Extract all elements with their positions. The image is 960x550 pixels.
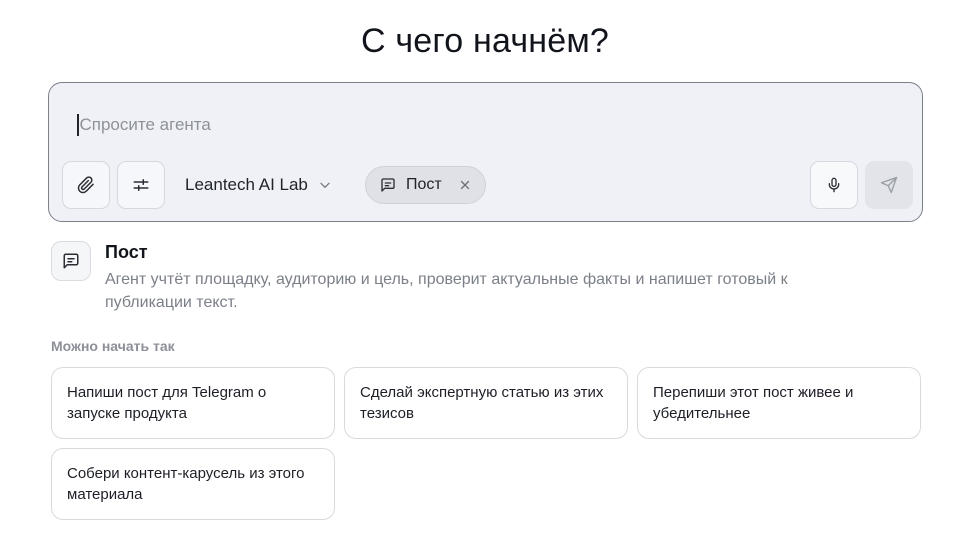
paperclip-icon <box>77 176 95 194</box>
suggestion-card[interactable]: Перепиши этот пост живее и убедительнее <box>637 367 921 439</box>
model-label: Leantech AI Lab <box>185 175 308 194</box>
suggestions-label: Можно начать так <box>51 338 175 354</box>
text-caret <box>77 114 79 136</box>
attach-button[interactable] <box>62 161 110 209</box>
suggestion-card[interactable]: Собери контент-карусель из этого материа… <box>51 448 335 520</box>
mode-description: Агент учтёт площадку, аудиторию и цель, … <box>105 271 788 311</box>
prompt-input[interactable]: Спросите агента <box>77 113 837 137</box>
message-square-icon <box>62 252 80 270</box>
chevron-down-icon <box>318 178 332 192</box>
close-icon[interactable] <box>459 179 471 191</box>
sliders-icon <box>132 176 150 194</box>
mode-title: Пост <box>105 242 148 262</box>
tools-button[interactable] <box>117 161 165 209</box>
message-square-icon <box>380 177 396 193</box>
composer: Спросите агента Leantech AI Lab Пост <box>48 82 923 222</box>
send-button[interactable] <box>865 161 913 209</box>
suggestion-card[interactable]: Напиши пост для Telegram о запуске проду… <box>51 367 335 439</box>
mode-chip[interactable]: Пост <box>365 166 486 204</box>
send-icon <box>880 176 898 194</box>
microphone-button[interactable] <box>810 161 858 209</box>
model-select[interactable]: Leantech AI Lab <box>183 161 334 209</box>
mode-icon-box <box>51 241 91 281</box>
microphone-icon <box>826 177 842 193</box>
page-title: С чего начнём? <box>360 22 610 60</box>
suggestion-card[interactable]: Сделай экспертную статью из этих тезисов <box>344 367 628 439</box>
mode-chip-label: Пост <box>406 176 442 193</box>
prompt-placeholder: Спросите агента <box>79 115 211 134</box>
